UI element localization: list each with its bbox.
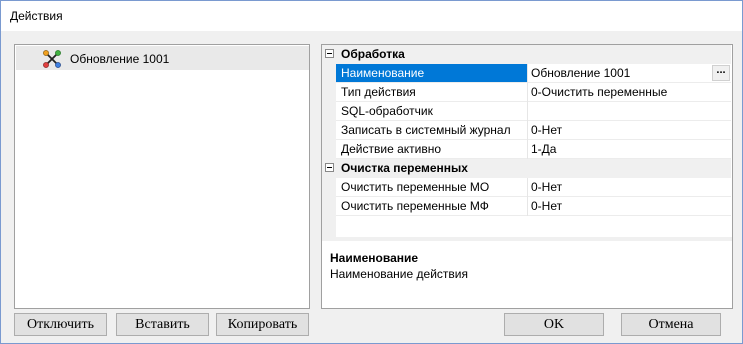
grid-gutter (322, 45, 336, 237)
column-separator (527, 121, 528, 140)
category-clear-variables[interactable]: Очистка переменных (322, 159, 731, 178)
tree-item-label: Обновление 1001 (70, 52, 170, 66)
property-row-system-log[interactable]: Записать в системный журнал 0-Нет (336, 121, 731, 140)
property-name: Очистить переменные МФ (341, 199, 489, 213)
property-row-name[interactable]: Наименование Обновление 1001 ... (336, 64, 731, 83)
ellipsis-button[interactable]: ... (712, 65, 730, 81)
property-name: Записать в системный журнал (341, 123, 511, 137)
property-name: SQL-обработчик (341, 104, 433, 118)
title-bar[interactable]: Действия (1, 1, 742, 31)
actions-tree[interactable]: Обновление 1001 (14, 44, 310, 309)
property-name: Действие активно (341, 142, 442, 156)
property-row-clear-mf[interactable]: Очистить переменные МФ 0-Нет (336, 197, 731, 216)
property-value[interactable]: 0-Нет (531, 180, 562, 194)
collapse-icon[interactable] (325, 163, 334, 172)
property-name: Очистить переменные МО (341, 180, 490, 194)
property-row-sql-handler[interactable]: SQL-обработчик (336, 102, 731, 121)
column-separator (527, 197, 528, 216)
description-title: Наименование (330, 251, 419, 265)
insert-button[interactable]: Вставить (116, 313, 209, 336)
window-title: Действия (10, 9, 63, 23)
property-row-action-type[interactable]: Тип действия 0-Очистить переменные (336, 83, 731, 102)
action-node-icon (43, 50, 61, 68)
column-separator (527, 102, 528, 121)
property-value[interactable]: Обновление 1001 (531, 66, 630, 80)
column-separator (527, 64, 528, 83)
ok-button[interactable]: OK (504, 313, 604, 336)
cancel-button[interactable]: Отмена (621, 313, 721, 336)
property-grid: Обработка Наименование Обновление 1001 .… (321, 44, 733, 309)
description-splitter[interactable] (322, 237, 732, 241)
collapse-icon[interactable] (325, 49, 334, 58)
property-row-active[interactable]: Действие активно 1-Да (336, 140, 731, 159)
dialog-window: Действия Обновление 1001 Обработка Наиме… (0, 0, 743, 344)
property-value[interactable]: 0-Очистить переменные (531, 85, 667, 99)
property-name: Тип действия (341, 85, 416, 99)
disable-button[interactable]: Отключить (14, 313, 107, 336)
column-separator (527, 83, 528, 102)
column-separator (527, 140, 528, 159)
copy-button[interactable]: Копировать (216, 313, 309, 336)
property-value[interactable]: 0-Нет (531, 123, 562, 137)
property-value[interactable]: 0-Нет (531, 199, 562, 213)
property-row-clear-mo[interactable]: Очистить переменные МО 0-Нет (336, 178, 731, 197)
description-text: Наименование действия (330, 267, 468, 281)
category-processing[interactable]: Обработка (322, 45, 731, 64)
column-separator (527, 178, 528, 197)
category-label: Обработка (341, 47, 405, 61)
tree-item-action[interactable]: Обновление 1001 (16, 46, 309, 70)
property-name: Наименование (336, 64, 527, 82)
category-label: Очистка переменных (341, 161, 468, 175)
property-value[interactable]: 1-Да (531, 142, 556, 156)
